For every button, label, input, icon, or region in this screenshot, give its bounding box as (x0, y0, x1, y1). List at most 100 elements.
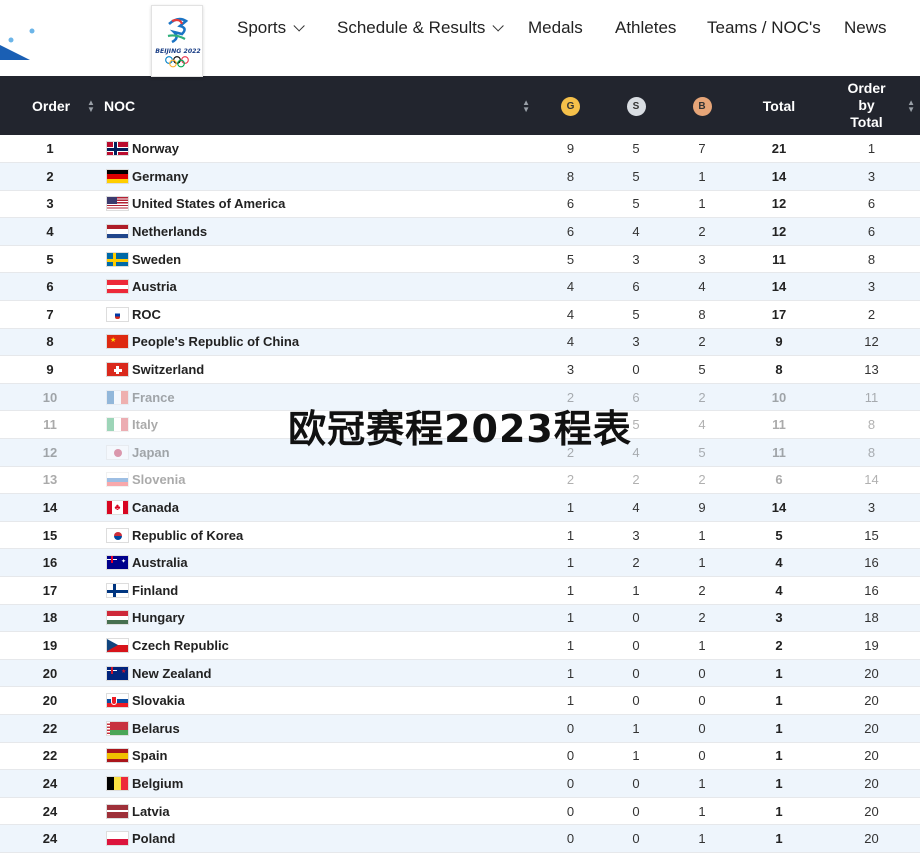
noc-cell[interactable]: Germany (100, 163, 538, 191)
gold-count: 1 (566, 527, 575, 543)
noc-name: Sweden (132, 251, 182, 267)
noc-link[interactable]: ✦ Australia (106, 555, 538, 571)
beijing-2022-logo[interactable]: BEIJING 2022 (151, 5, 203, 77)
noc-cell[interactable]: Czech Republic (100, 632, 538, 660)
noc-link[interactable]: Latvia (106, 803, 538, 819)
table-row[interactable]: 24 Poland 0 0 1 1 20 (0, 824, 920, 853)
noc-link[interactable]: Spain (106, 748, 538, 764)
noc-link[interactable]: Germany (106, 168, 538, 184)
table-row[interactable]: 6 Austria 4 6 4 14 3 (0, 272, 920, 301)
roc-flag-icon (106, 306, 129, 322)
noc-cell[interactable]: Finland (100, 577, 538, 605)
table-row[interactable]: 1 Norway 9 5 7 21 1 (0, 135, 920, 163)
silver-count: 3 (632, 527, 640, 543)
noc-cell[interactable]: Latvia (100, 797, 538, 825)
noc-cell[interactable]: ROC (100, 301, 538, 329)
noc-cell[interactable]: Netherlands (100, 218, 538, 246)
noc-link[interactable]: Netherlands (106, 224, 538, 240)
table-row[interactable]: 20 Slovakia 1 0 0 1 20 (0, 686, 920, 715)
noc-cell[interactable]: Belgium (100, 770, 538, 798)
nav-medals[interactable]: Medals (528, 18, 583, 38)
header-order-by-total[interactable]: Order by Total ▲ ▼ (823, 76, 920, 135)
noc-cell[interactable]: Slovakia (100, 687, 538, 715)
table-row[interactable]: 8 ★ People's Republic of China 4 3 2 9 12 (0, 328, 920, 356)
header-order[interactable]: Order ▲ ▼ (0, 76, 100, 135)
header-noc[interactable]: NOC ▲ ▼ (100, 76, 538, 135)
table-row[interactable]: 17 Finland 1 1 2 4 16 (0, 576, 920, 605)
rank-by-total: 13 (864, 362, 879, 378)
noc-link[interactable]: ROC (106, 306, 538, 322)
noc-link[interactable]: ★ New Zealand (106, 665, 538, 681)
noc-cell[interactable]: ★ People's Republic of China (100, 328, 538, 356)
gold-count: 4 (566, 279, 575, 295)
table-row[interactable]: 7 ROC 4 5 8 17 2 (0, 300, 920, 329)
noc-link[interactable]: Hungary (106, 610, 538, 626)
noc-link[interactable]: Belgium (106, 775, 538, 791)
noc-link[interactable]: Slovakia (106, 693, 538, 709)
noc-link[interactable]: Slovenia (106, 472, 538, 488)
table-row[interactable]: 24 Belgium 0 0 1 1 20 (0, 769, 920, 798)
bronze-count: 5 (698, 362, 706, 378)
noc-cell[interactable]: Republic of Korea (100, 521, 538, 549)
header-silver[interactable]: S (603, 76, 669, 135)
noc-cell[interactable]: Poland (100, 825, 538, 853)
noc-link[interactable]: Belarus (106, 720, 538, 736)
order-cell: 14 (42, 500, 58, 516)
noc-link[interactable]: Sweden (106, 251, 538, 267)
table-row[interactable]: 22 Belarus 0 1 0 1 20 (0, 714, 920, 743)
noc-cell[interactable]: Norway (100, 135, 538, 163)
table-row[interactable]: 13 Slovenia 2 2 2 6 14 (0, 466, 920, 494)
table-row[interactable]: 3 United States of America 6 5 1 12 6 (0, 190, 920, 218)
gold-count: 1 (566, 582, 575, 598)
header-bronze[interactable]: B (669, 76, 735, 135)
nav-sports[interactable]: Sports (237, 18, 305, 38)
noc-cell[interactable]: Slovenia (100, 466, 538, 494)
noc-link[interactable]: Czech Republic (106, 637, 538, 653)
noc-link[interactable]: Republic of Korea (106, 527, 538, 543)
belarus-flag-icon (106, 720, 129, 736)
noc-cell[interactable]: United States of America (100, 190, 538, 218)
noc-cell[interactable]: ✦ Australia (100, 549, 538, 577)
noc-link[interactable]: Poland (106, 831, 538, 847)
noc-link[interactable]: ★ People's Republic of China (106, 334, 538, 350)
table-row[interactable]: 19 Czech Republic 1 0 1 2 19 (0, 631, 920, 660)
noc-cell[interactable]: Hungary (100, 604, 538, 632)
nav-athletes[interactable]: Athletes (615, 18, 676, 38)
table-row[interactable]: 20 ★ New Zealand 1 0 0 1 20 (0, 659, 920, 687)
nav-schedule-results[interactable]: Schedule & Results (337, 18, 505, 38)
nav-teams-nocs[interactable]: Teams / NOC's (707, 18, 821, 38)
table-row[interactable]: 14 ♣ Canada 1 4 9 14 3 (0, 493, 920, 522)
noc-cell[interactable]: ★ New Zealand (100, 659, 538, 687)
noc-cell[interactable]: ♣ Canada (100, 494, 538, 522)
noc-link[interactable]: Austria (106, 279, 538, 295)
noc-cell[interactable]: Austria (100, 273, 538, 301)
order-cell: 24 (42, 803, 58, 819)
order-cell: 16 (42, 555, 58, 571)
noc-cell[interactable]: Belarus (100, 714, 538, 742)
table-row[interactable]: 22 Spain 0 1 0 1 20 (0, 742, 920, 770)
chevron-down-icon (492, 20, 505, 32)
header-total[interactable]: Total (735, 76, 823, 135)
noc-cell[interactable]: Switzerland (100, 356, 538, 384)
table-row[interactable]: 5 Sweden 5 3 3 11 8 (0, 245, 920, 273)
noc-cell[interactable]: Spain (100, 742, 538, 770)
noc-link[interactable]: Switzerland (106, 362, 538, 378)
total-count: 6 (775, 472, 783, 488)
noc-cell[interactable]: Sweden (100, 245, 538, 273)
header-noc-label: NOC (104, 97, 136, 114)
nav-sports-label: Sports (237, 18, 287, 37)
table-row[interactable]: 15 Republic of Korea 1 3 1 5 15 (0, 521, 920, 549)
nav-news[interactable]: News (844, 18, 887, 38)
table-row[interactable]: 24 Latvia 0 0 1 1 20 (0, 797, 920, 825)
noc-link[interactable]: Norway (106, 141, 538, 157)
noc-link[interactable]: ♣ Canada (106, 500, 538, 516)
table-row[interactable]: 16 ✦ Australia 1 2 1 4 16 (0, 548, 920, 577)
header-gold[interactable]: G (538, 76, 603, 135)
table-row[interactable]: 9 Switzerland 3 0 5 8 13 (0, 355, 920, 384)
table-row[interactable]: 18 Hungary 1 0 2 3 18 (0, 604, 920, 632)
noc-link[interactable]: United States of America (106, 196, 538, 212)
table-row[interactable]: 2 Germany 8 5 1 14 3 (0, 162, 920, 191)
table-row[interactable]: 4 Netherlands 6 4 2 12 6 (0, 217, 920, 246)
gold-count: 1 (566, 555, 575, 571)
noc-link[interactable]: Finland (106, 582, 538, 598)
